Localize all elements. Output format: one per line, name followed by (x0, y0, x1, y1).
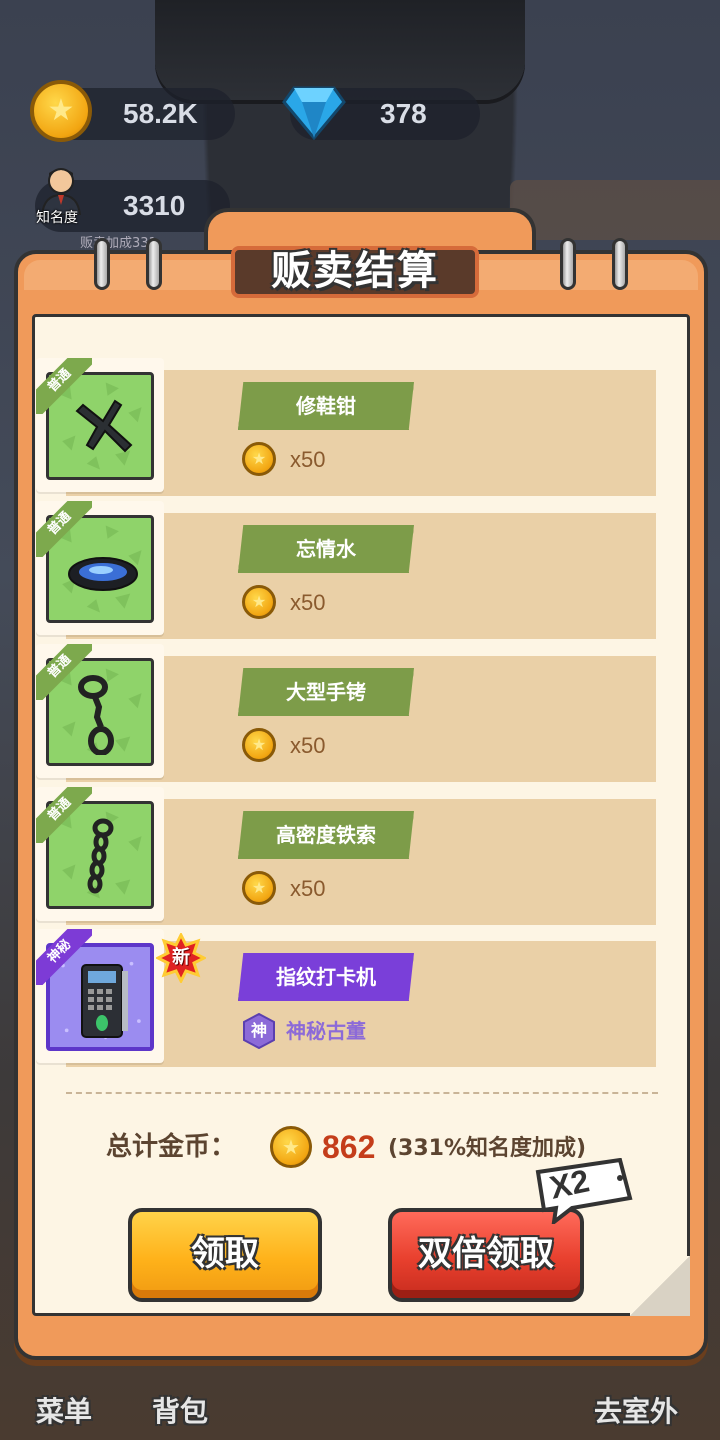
list-item[interactable]: 普通 高密度铁索 x50 (36, 787, 656, 925)
coin-icon (270, 1126, 312, 1168)
claim-button[interactable]: 领取 (128, 1208, 322, 1302)
rarity-ribbon: 普通 (36, 644, 92, 700)
item-name: 忘情水 (238, 525, 414, 573)
paper-fold (630, 1256, 690, 1316)
list-item[interactable]: 普通 忘情水 x50 (36, 501, 656, 639)
rarity-ribbon: 普通 (36, 787, 92, 843)
bag-nav-button[interactable]: 背包 (152, 1390, 208, 1430)
menu-nav-button[interactable]: 菜单 (36, 1390, 92, 1430)
new-badge: 新 (154, 931, 208, 985)
mystic-badge-icon: 神 (242, 1012, 276, 1050)
gem-count: 378 (380, 98, 427, 129)
rarity-ribbon: 普通 (36, 358, 92, 414)
item-name: 高密度铁索 (238, 811, 414, 859)
coin-icon (242, 728, 276, 762)
binder-ring-icon (560, 238, 576, 290)
coin-icon (30, 80, 92, 142)
item-thumbnail: 普通 (36, 787, 164, 921)
total-label: 总计金币： (106, 1132, 237, 1162)
list-item[interactable]: 神秘 新 指纹打卡机 神 神秘古董 (36, 929, 656, 1067)
coin-icon (242, 442, 276, 476)
x2-multiplier-tag: X2 (532, 1157, 634, 1227)
list-item[interactable]: 普通 大型手铐 x50 (36, 644, 656, 782)
coin-icon (242, 871, 276, 905)
binder-ring-icon (94, 238, 110, 290)
item-thumbnail: 普通 (36, 358, 164, 492)
diamond-icon (282, 86, 346, 140)
list-item[interactable]: 普通 修鞋钳 x50 (36, 358, 656, 496)
rarity-ribbon: 神秘 (36, 929, 92, 985)
go-outdoor-nav-button[interactable]: 去室外 (594, 1390, 678, 1430)
item-thumbnail: 普通 (36, 501, 164, 635)
rarity-ribbon: 普通 (36, 501, 92, 557)
total-value: 862 (322, 1129, 376, 1165)
dialog-title: 贩卖结算 (271, 248, 439, 294)
bottom-navigation: 菜单 背包 去室外 (0, 1360, 720, 1440)
item-name: 指纹打卡机 (238, 953, 414, 1001)
binder-ring-icon (146, 238, 162, 290)
item-thumbnail: 普通 (36, 644, 164, 778)
item-name: 修鞋钳 (238, 382, 414, 430)
coin-icon (242, 585, 276, 619)
dashed-divider (66, 1092, 658, 1094)
item-name: 大型手铐 (238, 668, 414, 716)
coin-count: 58.2K (123, 98, 198, 129)
item-thumbnail: 神秘 (36, 929, 164, 1063)
binder-ring-icon (612, 238, 628, 290)
